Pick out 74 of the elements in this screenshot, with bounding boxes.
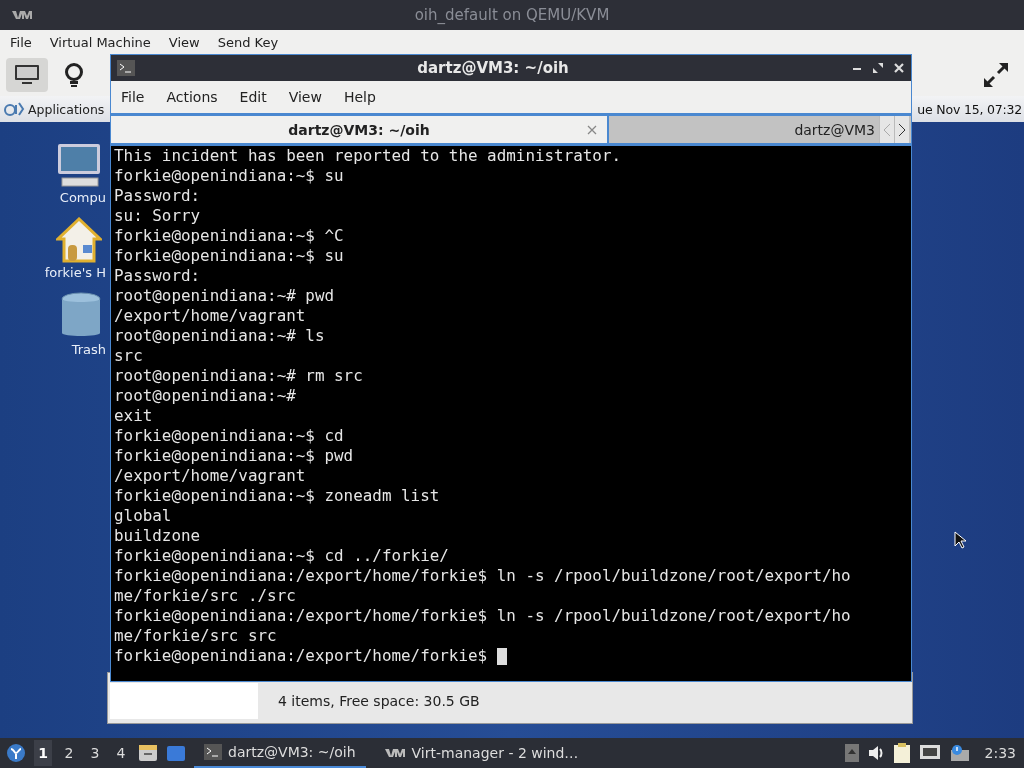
applications-menu[interactable]: Applications — [28, 101, 105, 117]
terminal-icon — [204, 744, 222, 760]
terminal-line: me/forkie/src ./src — [114, 586, 296, 606]
menu-item[interactable]: Edit — [239, 89, 267, 105]
terminal-line: me/forkie/src src — [114, 626, 277, 646]
maximize-icon[interactable] — [872, 62, 884, 74]
file-manager-icon[interactable] — [138, 743, 158, 763]
workspace-button[interactable]: 3 — [86, 740, 104, 766]
scroll-right-icon[interactable] — [894, 116, 909, 143]
terminal-line: exit — [114, 406, 153, 426]
menu-item[interactable]: View — [168, 34, 200, 50]
notification-icon[interactable] — [948, 744, 971, 762]
clipboard-icon[interactable] — [892, 742, 911, 764]
fullscreen-icon[interactable] — [982, 61, 1010, 89]
menu-item[interactable]: File — [10, 34, 32, 50]
eject-icon[interactable] — [844, 744, 859, 762]
terminal-line: buildzone — [114, 526, 201, 546]
window-title: dartz@VM3: ~/oih — [416, 59, 570, 77]
terminal-line: forkie@openindiana:~$ cd ../forkie/ — [114, 546, 449, 566]
window-icon[interactable] — [166, 743, 186, 763]
terminal-line: root@openindiana:~# ls — [114, 326, 325, 346]
terminal-line: forkie@openindiana:~$ cd — [114, 426, 344, 446]
terminal-tab[interactable]: dartz@VM3: ~/oih — [111, 116, 609, 143]
app-logo-icon — [12, 10, 32, 20]
menu-item[interactable]: Help — [343, 89, 376, 105]
terminal-line: forkie@openindiana:/export/home/forkie$ ln -s /rpool/buildzone/root/export/ho — [114, 566, 851, 586]
lightbulb-icon[interactable] — [64, 62, 84, 88]
taskbar-task[interactable]: dartz@VM3: ~/oih — [194, 738, 366, 768]
taskbar-task[interactable]: Virt-manager - 2 wind… — [373, 738, 589, 768]
network-icon[interactable] — [918, 744, 941, 762]
terminal-line: This incident has been reported to the administrator. — [114, 146, 622, 166]
terminal-line: root@openindiana:~# pwd — [114, 286, 335, 306]
terminal-line: /export/home/vagrant — [114, 466, 306, 486]
app-logo-icon — [383, 748, 406, 758]
console-button[interactable] — [6, 58, 48, 92]
terminal-line: root@openindiana:~# — [114, 386, 296, 406]
terminal-icon — [117, 60, 135, 76]
menu-item[interactable]: Actions — [166, 89, 218, 105]
terminal-line: forkie@openindiana:~$ su — [114, 166, 344, 186]
terminal-line: root@openindiana:~# rm src — [114, 366, 363, 386]
workspace-button[interactable]: 1 — [34, 740, 52, 766]
terminal-line: forkie@openindiana:/export/home/forkie$ ln -s /rpool/buildzone/root/export/ho — [114, 606, 851, 626]
status-bar-text: 4 items, Free space: 30.5 GB — [277, 692, 480, 711]
terminal-line: global — [114, 506, 172, 526]
menu-item[interactable]: Send Key — [217, 34, 279, 50]
workspace-button[interactable]: 4 — [112, 740, 130, 766]
terminal-line: Password: — [114, 266, 201, 286]
window-title: oih_default on QEMU/KVM — [414, 6, 610, 24]
desktop-icon-label: Trash — [71, 342, 106, 357]
menu-item[interactable]: File — [121, 89, 145, 105]
terminal-line: Password: — [114, 186, 201, 206]
start-menu-icon[interactable] — [6, 743, 26, 763]
mouse-pointer-icon — [954, 531, 966, 549]
menu-item[interactable]: Virtual Machine — [49, 34, 151, 50]
panel-clock: ue Nov 15, 07:32 — [917, 101, 1022, 117]
terminal-line: src — [114, 346, 143, 366]
logo-icon[interactable] — [3, 101, 25, 117]
computer-icon[interactable] — [56, 142, 102, 188]
terminal-line: forkie@openindiana:~$ pwd — [114, 446, 354, 466]
terminal-line: forkie@openindiana:~$ su — [114, 246, 344, 266]
terminal-line: forkie@openindiana:~$ zoneadm list — [114, 486, 440, 506]
terminal-line: su: Sorry — [114, 206, 201, 226]
terminal-line: /export/home/vagrant — [114, 306, 306, 326]
volume-icon[interactable] — [866, 744, 885, 762]
taskbar-clock: 2:33 — [984, 745, 1016, 761]
monitor-icon — [14, 64, 40, 86]
desktop-icon-label: forkie's H — [44, 265, 106, 280]
menu-item[interactable]: View — [288, 89, 322, 105]
text-cursor-icon — [497, 647, 508, 665]
desktop-icon-label: Compu — [59, 190, 106, 205]
terminal-line: forkie@openindiana:~$ ^C — [114, 226, 344, 246]
terminal-line: forkie@openindiana:/export/home/forkie$ — [114, 646, 488, 666]
home-icon[interactable] — [56, 217, 102, 263]
workspace-button[interactable]: 2 — [60, 740, 78, 766]
